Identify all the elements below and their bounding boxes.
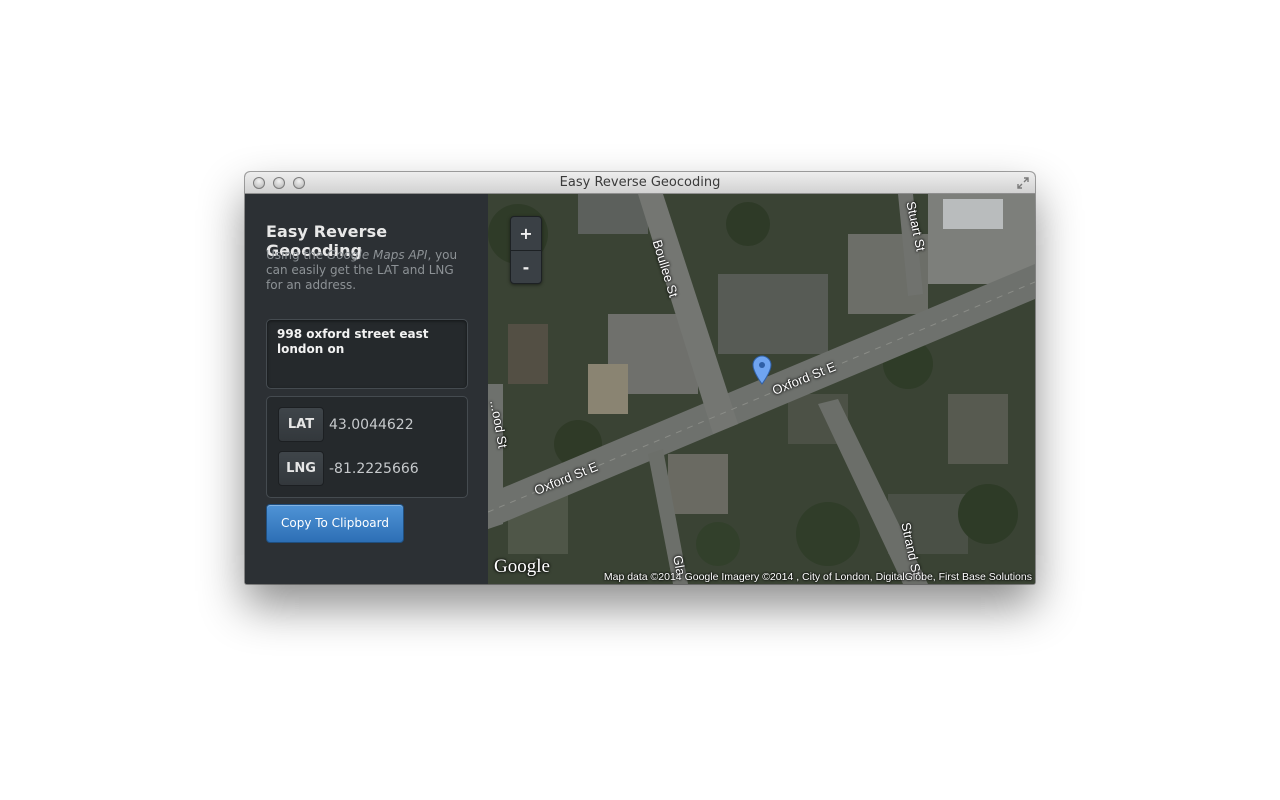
coordinates-panel: LAT 43.0044622 LNG -81.2225666 [266, 396, 468, 498]
satellite-imagery [488, 194, 1035, 584]
description-api-name: Google Maps API [326, 248, 428, 262]
app-description: Using the Google Maps API, you can easil… [266, 248, 471, 293]
description-text-prefix: Using the [266, 248, 327, 262]
lat-value: 43.0044622 [329, 417, 414, 433]
zoom-out-button[interactable]: - [511, 251, 541, 284]
map-view[interactable]: + - Boullee St Stuart St Oxford St E Oxf… [488, 194, 1035, 584]
lng-value: -81.2225666 [329, 461, 419, 477]
app-window: Easy Reverse Geocoding Easy Reverse Geoc… [245, 172, 1035, 584]
map-attribution: Map data ©2014 Google Imagery ©2014 , Ci… [603, 571, 1032, 583]
window-title: Easy Reverse Geocoding [559, 175, 721, 190]
address-input[interactable]: 998 oxford street east london on [266, 319, 468, 389]
lat-label: LAT [278, 407, 324, 442]
google-logo[interactable]: Google [494, 556, 550, 578]
title-bar: Easy Reverse Geocoding [245, 172, 1035, 194]
map-zoom-control: + - [510, 216, 542, 284]
zoom-in-button[interactable]: + [511, 217, 541, 251]
sidebar-panel: Easy Reverse Geocoding Using the Google … [245, 194, 488, 584]
copy-to-clipboard-button[interactable]: Copy To Clipboard [266, 504, 404, 543]
lng-label: LNG [278, 451, 324, 486]
location-marker-icon[interactable] [752, 355, 772, 385]
fullscreen-icon[interactable] [1016, 176, 1030, 190]
